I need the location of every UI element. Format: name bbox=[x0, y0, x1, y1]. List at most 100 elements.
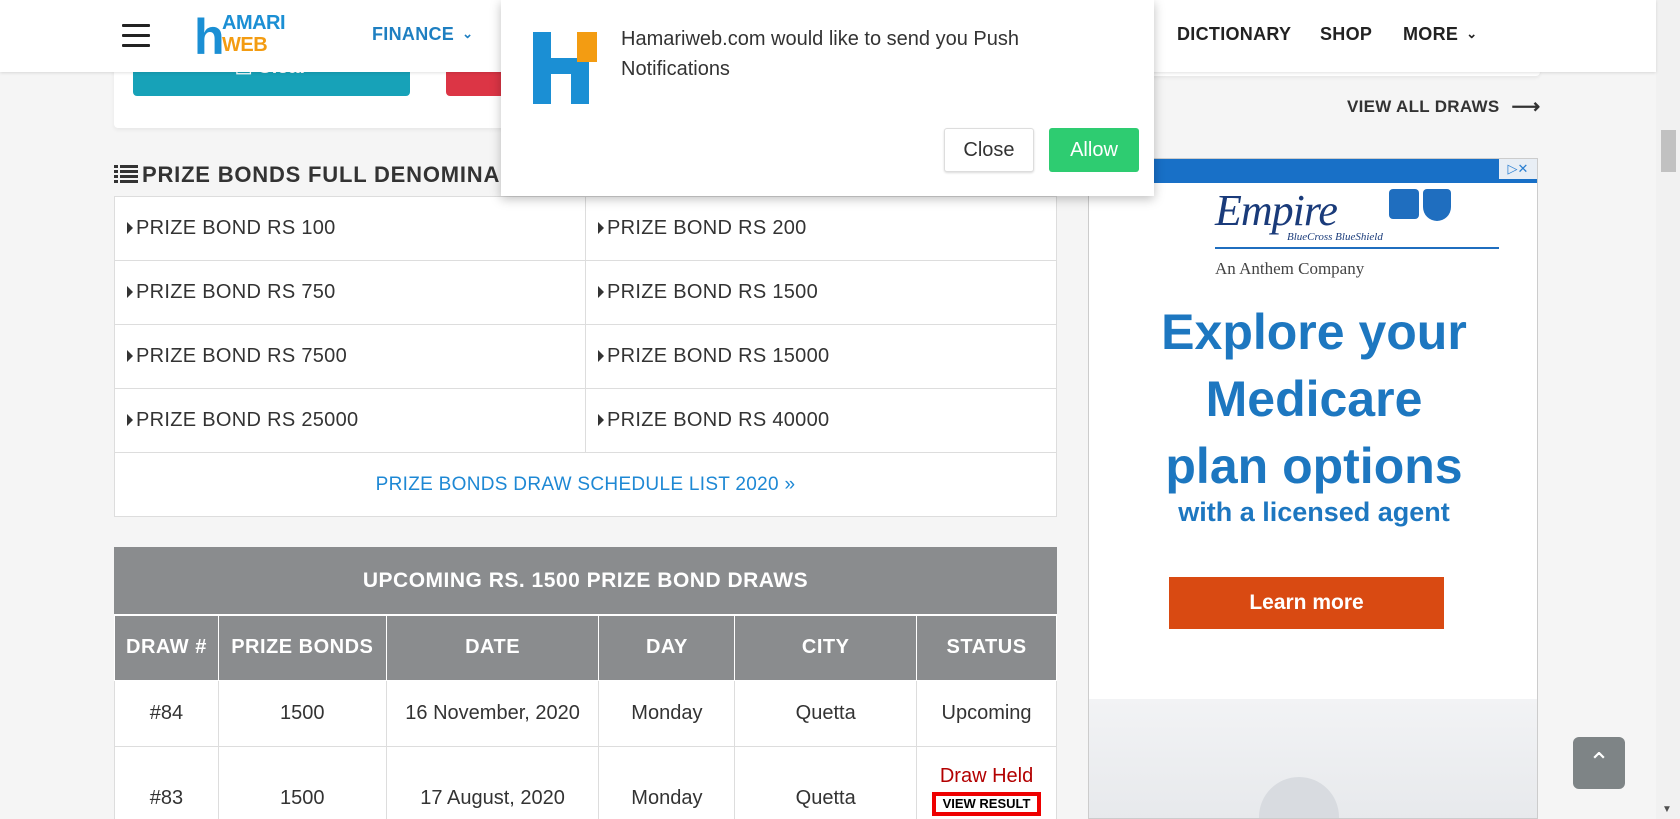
denomination-link[interactable]: PRIZE BOND RS 200 bbox=[585, 196, 1057, 261]
column-header: STATUS bbox=[916, 613, 1057, 681]
ad-brand-sub: BlueCross BlueShield bbox=[1287, 231, 1383, 243]
schedule-link[interactable]: PRIZE BONDS DRAW SCHEDULE LIST 2020 » bbox=[114, 452, 1057, 517]
caret-right-icon bbox=[127, 414, 133, 426]
table-row: #84 1500 16 November, 2020 Monday Quetta… bbox=[114, 680, 1057, 747]
chevron-up-icon: ⌃ bbox=[1588, 747, 1610, 777]
advertisement[interactable]: ▷✕ Empire BlueCross BlueShield An Anthem… bbox=[1088, 158, 1538, 819]
ad-photo bbox=[1089, 699, 1537, 818]
section-title: PRIZE BONDS FULL DENOMINA bbox=[114, 162, 500, 188]
blueshield-icon bbox=[1423, 189, 1451, 221]
caret-right-icon bbox=[598, 222, 604, 234]
denomination-label: PRIZE BOND RS 25000 bbox=[136, 409, 359, 431]
column-header: DAY bbox=[598, 613, 736, 681]
ad-photo-person bbox=[1259, 777, 1339, 818]
table-row: PRIZE BONDS DRAW SCHEDULE LIST 2020 » bbox=[114, 452, 1057, 517]
double-chevron-right-icon: » bbox=[784, 473, 796, 495]
table-row: PRIZE BOND RS 100 PRIZE BOND RS 200 bbox=[114, 196, 1057, 261]
denomination-link[interactable]: PRIZE BOND RS 7500 bbox=[114, 324, 586, 389]
denominations-table: PRIZE BOND RS 100 PRIZE BOND RS 200 PRIZ… bbox=[114, 196, 1057, 517]
denomination-link[interactable]: PRIZE BOND RS 1500 bbox=[585, 260, 1057, 325]
denomination-label: PRIZE BOND RS 1500 bbox=[607, 281, 819, 303]
denomination-label: PRIZE BOND RS 7500 bbox=[136, 345, 348, 367]
ad-subheadline: with a licensed agent bbox=[1178, 497, 1450, 527]
ad-headline-line: Medicare bbox=[1205, 371, 1423, 427]
bluecross-icon bbox=[1389, 189, 1419, 219]
view-result-button[interactable]: VIEW RESULT bbox=[931, 792, 1042, 816]
denomination-link[interactable]: PRIZE BOND RS 100 bbox=[114, 196, 586, 261]
denomination-label: PRIZE BOND RS 40000 bbox=[607, 409, 830, 431]
denomination-label: PRIZE BOND RS 15000 bbox=[607, 345, 830, 367]
column-header: PRIZE BONDS bbox=[217, 613, 387, 681]
section-title-text: PRIZE BONDS FULL DENOMINA bbox=[142, 162, 501, 187]
denomination-label: PRIZE BOND RS 100 bbox=[136, 217, 336, 239]
hamburger-menu-icon[interactable] bbox=[122, 24, 150, 47]
caret-right-icon bbox=[127, 286, 133, 298]
nav-finance[interactable]: FINANCE ⌄ bbox=[372, 24, 473, 45]
draw-city: Quetta bbox=[734, 746, 918, 819]
table-caption: UPCOMING RS. 1500 PRIZE BOND DRAWS bbox=[114, 547, 1057, 615]
caret-right-icon bbox=[127, 222, 133, 234]
push-notification-message: Hamariweb.com would like to send you Pus… bbox=[621, 28, 1019, 80]
ad-headline-line: plan options bbox=[1165, 438, 1463, 494]
denomination-label: PRIZE BOND RS 200 bbox=[607, 217, 807, 239]
ad-headline: Explore your Medicare plan options bbox=[1089, 299, 1537, 500]
logo-text-top: AMARI bbox=[222, 12, 286, 34]
list-icon bbox=[114, 165, 138, 183]
draw-status: Upcoming bbox=[916, 680, 1057, 747]
draw-day: Monday bbox=[598, 746, 736, 819]
draw-day: Monday bbox=[598, 680, 736, 747]
draw-city: Quetta bbox=[734, 680, 918, 747]
prize-bond-value: 1500 bbox=[217, 680, 387, 747]
denomination-link[interactable]: PRIZE BOND RS 40000 bbox=[585, 388, 1057, 453]
table-row: PRIZE BOND RS 25000 PRIZE BOND RS 40000 bbox=[114, 388, 1057, 453]
ad-headline-line: Explore your bbox=[1161, 304, 1467, 360]
caret-right-icon bbox=[598, 286, 604, 298]
allow-button[interactable]: Allow bbox=[1049, 128, 1139, 172]
table-row: PRIZE BOND RS 750 PRIZE BOND RS 1500 bbox=[114, 260, 1057, 325]
chevron-down-icon: ⌄ bbox=[462, 26, 474, 41]
denomination-link[interactable]: PRIZE BOND RS 25000 bbox=[114, 388, 586, 453]
chevron-down-icon: ⌄ bbox=[1466, 26, 1478, 41]
ad-company: An Anthem Company bbox=[1215, 259, 1365, 278]
ad-learn-more-button[interactable]: Learn more bbox=[1169, 577, 1444, 629]
denomination-label: PRIZE BOND RS 750 bbox=[136, 281, 336, 303]
nav-shop[interactable]: SHOP bbox=[1320, 24, 1372, 45]
page-scrollbar[interactable]: ▼ bbox=[1656, 0, 1680, 819]
back-to-top-button[interactable]: ⌃ bbox=[1573, 737, 1625, 789]
draw-number: #83 bbox=[114, 746, 219, 819]
view-all-draws-link[interactable]: VIEW ALL DRAWS ⟶ bbox=[1347, 94, 1540, 119]
nav-finance-label: FINANCE bbox=[372, 24, 455, 44]
column-header: DRAW # bbox=[114, 613, 219, 681]
ad-top-bar bbox=[1089, 159, 1537, 183]
push-notification-dialog: Hamariweb.com would like to send you Pus… bbox=[501, 0, 1154, 196]
logo-h-mark: h bbox=[194, 9, 225, 65]
prize-bond-value: 1500 bbox=[217, 746, 387, 819]
caret-right-icon bbox=[598, 350, 604, 362]
ad-divider bbox=[1215, 247, 1499, 249]
table-header-row: DRAW # PRIZE BONDS DATE DAY CITY STATUS bbox=[114, 613, 1057, 681]
logo-text-bottom: WEB bbox=[222, 34, 268, 56]
hamariweb-logo-icon bbox=[533, 32, 597, 104]
nav-more-label: MORE bbox=[1403, 24, 1459, 44]
column-header: DATE bbox=[385, 613, 600, 681]
draw-number: #84 bbox=[114, 680, 219, 747]
denomination-link[interactable]: PRIZE BOND RS 15000 bbox=[585, 324, 1057, 389]
draw-status-cell: Draw Held VIEW RESULT bbox=[916, 746, 1057, 819]
scroll-down-arrow-icon[interactable]: ▼ bbox=[1662, 804, 1672, 815]
draw-date: 17 August, 2020 bbox=[385, 746, 600, 819]
close-button[interactable]: Close bbox=[944, 128, 1034, 172]
nav-more[interactable]: MORE ⌄ bbox=[1403, 24, 1477, 45]
upcoming-draws-table: UPCOMING RS. 1500 PRIZE BOND DRAWS DRAW … bbox=[114, 547, 1057, 819]
site-logo[interactable]: h AMARI WEB bbox=[192, 10, 288, 64]
caret-right-icon bbox=[127, 350, 133, 362]
view-all-draws-label: VIEW ALL DRAWS bbox=[1347, 97, 1500, 116]
schedule-link-label: PRIZE BONDS DRAW SCHEDULE LIST 2020 bbox=[375, 473, 779, 495]
arrow-right-icon: ⟶ bbox=[1511, 96, 1541, 118]
ad-choices-icon[interactable]: ▷✕ bbox=[1499, 159, 1537, 179]
nav-dictionary[interactable]: DICTIONARY bbox=[1177, 24, 1291, 45]
table-caption-row: UPCOMING RS. 1500 PRIZE BOND DRAWS bbox=[114, 547, 1057, 615]
table-row: #83 1500 17 August, 2020 Monday Quetta D… bbox=[114, 746, 1057, 819]
ad-brand: Empire bbox=[1215, 186, 1338, 235]
denomination-link[interactable]: PRIZE BOND RS 750 bbox=[114, 260, 586, 325]
scrollbar-thumb[interactable] bbox=[1661, 130, 1676, 172]
